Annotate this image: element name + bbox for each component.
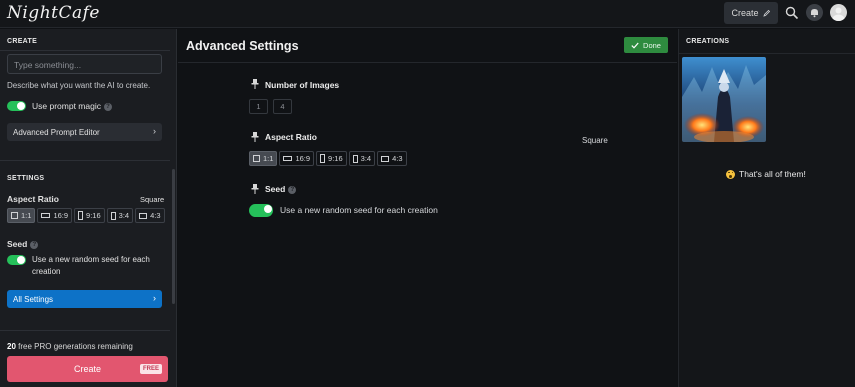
top-bar: NightCafe Create [0,0,855,28]
top-create-label: Create [731,8,759,18]
aspect-ratio-options: 1:1 16:9 9:16 3:4 4:3 [7,208,165,223]
square-icon [11,212,18,219]
aspect-option-label: 16:9 [295,154,311,163]
top-create-button[interactable]: Create [724,2,778,24]
aspect-ratio-value: Square [582,136,608,145]
settings-heading: SETTINGS [7,175,45,182]
prompt-description: Describe what you want the AI to create. [7,81,151,90]
landscape-icon [381,155,390,162]
seed-label: Seed? [265,184,297,194]
done-button[interactable]: Done [624,37,668,53]
seed-toggle[interactable] [7,255,26,265]
pin-icon [251,132,259,142]
all-settings-label: All Settings [13,295,54,304]
advanced-prompt-editor-label: Advanced Prompt Editor [13,128,100,137]
page-title: Advanced Settings [186,39,299,53]
help-icon[interactable]: ? [288,186,297,194]
aspect-option-label: 9:16 [328,154,343,163]
seed-label: Seed? [7,239,39,249]
help-icon[interactable]: ? [103,103,112,111]
end-message-text: That's all of them! [739,169,806,179]
aspect-option-1-1[interactable]: 1:1 [249,151,278,166]
chevron-right-icon: › [153,126,156,136]
aspect-option-label: 1:1 [263,154,274,163]
aspect-option-label: 16:9 [53,211,69,220]
remaining-text: free PRO generations remaining [18,342,133,351]
surprised-face-icon [726,169,735,179]
seed-description: Use a new random seed for each creation [280,205,438,215]
left-create-panel: CREATE Type something... Describe what y… [0,29,177,387]
landscape-icon [283,156,293,161]
advanced-settings-panel: Advanced Settings Done Number of Images … [178,29,677,387]
aspect-option-label: 4:3 [150,211,161,220]
advanced-prompt-editor-button[interactable]: Advanced Prompt Editor › [7,123,162,141]
seed-description: Use a new random seed for each creation [32,255,150,276]
aspect-option-3-4[interactable]: 3:4 [106,208,134,223]
portrait-icon [78,211,84,220]
aspect-option-label: 9:16 [86,211,101,220]
aspect-ratio-label: Aspect Ratio [7,194,59,204]
prompt-input[interactable]: Type something... [7,54,162,74]
search-icon[interactable] [785,6,799,20]
divider [0,160,170,161]
divider [0,330,170,331]
creations-heading: CREATIONS [686,38,730,45]
aspect-option-1-1[interactable]: 1:1 [7,208,36,223]
number-of-images-options: 1 4 [249,99,292,114]
creation-thumbnail[interactable] [682,57,766,142]
aspect-option-16-9[interactable]: 16:9 [37,208,73,223]
pin-icon [251,184,259,194]
aspect-ratio-options: 1:1 16:9 9:16 3:4 4:3 [249,151,407,166]
pin-icon [251,79,259,89]
aspect-option-4-3[interactable]: 4:3 [135,208,165,223]
create-button[interactable]: Create FREE [7,356,168,382]
aspect-option-3-4[interactable]: 3:4 [348,151,376,166]
logo[interactable]: NightCafe [7,3,100,23]
notifications-button[interactable] [806,4,823,21]
aspect-option-label: 3:4 [360,154,372,163]
all-settings-button[interactable]: All Settings › [7,290,162,308]
help-icon[interactable]: ? [30,241,39,249]
aspect-option-9-16[interactable]: 9:16 [316,151,347,166]
check-icon [631,42,639,49]
aspect-option-4-3[interactable]: 4:3 [377,151,407,166]
aspect-ratio-label: Aspect Ratio [265,132,317,142]
prompt-magic-toggle[interactable] [7,101,26,111]
create-heading: CREATE [7,38,38,45]
end-of-creations-message: That's all of them! [726,169,806,179]
square-icon [253,155,260,162]
divider [679,53,855,54]
portrait-icon [320,154,326,163]
edit-icon [762,9,770,17]
aspect-option-label: 3:4 [118,211,130,220]
num-images-option[interactable]: 1 [249,99,268,114]
create-button-label: Create [73,364,101,374]
user-icon [832,7,845,21]
seed-toggle[interactable] [249,204,273,217]
aspect-ratio-value: Square [140,195,165,204]
landscape-icon [41,213,51,218]
aspect-option-9-16[interactable]: 9:16 [74,208,105,223]
free-badge: FREE [139,364,162,374]
generations-remaining: 20 free PRO generations remaining [7,342,133,351]
portrait-icon [352,154,358,163]
creation-image [682,57,766,142]
done-label: Done [643,40,661,50]
avatar[interactable] [830,4,847,21]
aspect-option-label: 4:3 [392,154,403,163]
aspect-option-label: 1:1 [21,211,32,220]
divider [0,50,170,51]
num-images-option[interactable]: 4 [273,99,292,114]
aspect-option-16-9[interactable]: 16:9 [279,151,315,166]
remaining-count: 20 [7,342,16,351]
chevron-right-icon: › [153,293,156,303]
landscape-icon [139,212,148,219]
number-of-images-label: Number of Images [265,80,340,90]
scrollbar[interactable] [172,169,175,304]
creations-panel: CREATIONS That's all of them! [678,29,855,387]
bell-icon [811,9,818,18]
divider [178,62,677,63]
portrait-icon [110,211,116,220]
prompt-magic-label: Use prompt magic? [32,101,112,111]
